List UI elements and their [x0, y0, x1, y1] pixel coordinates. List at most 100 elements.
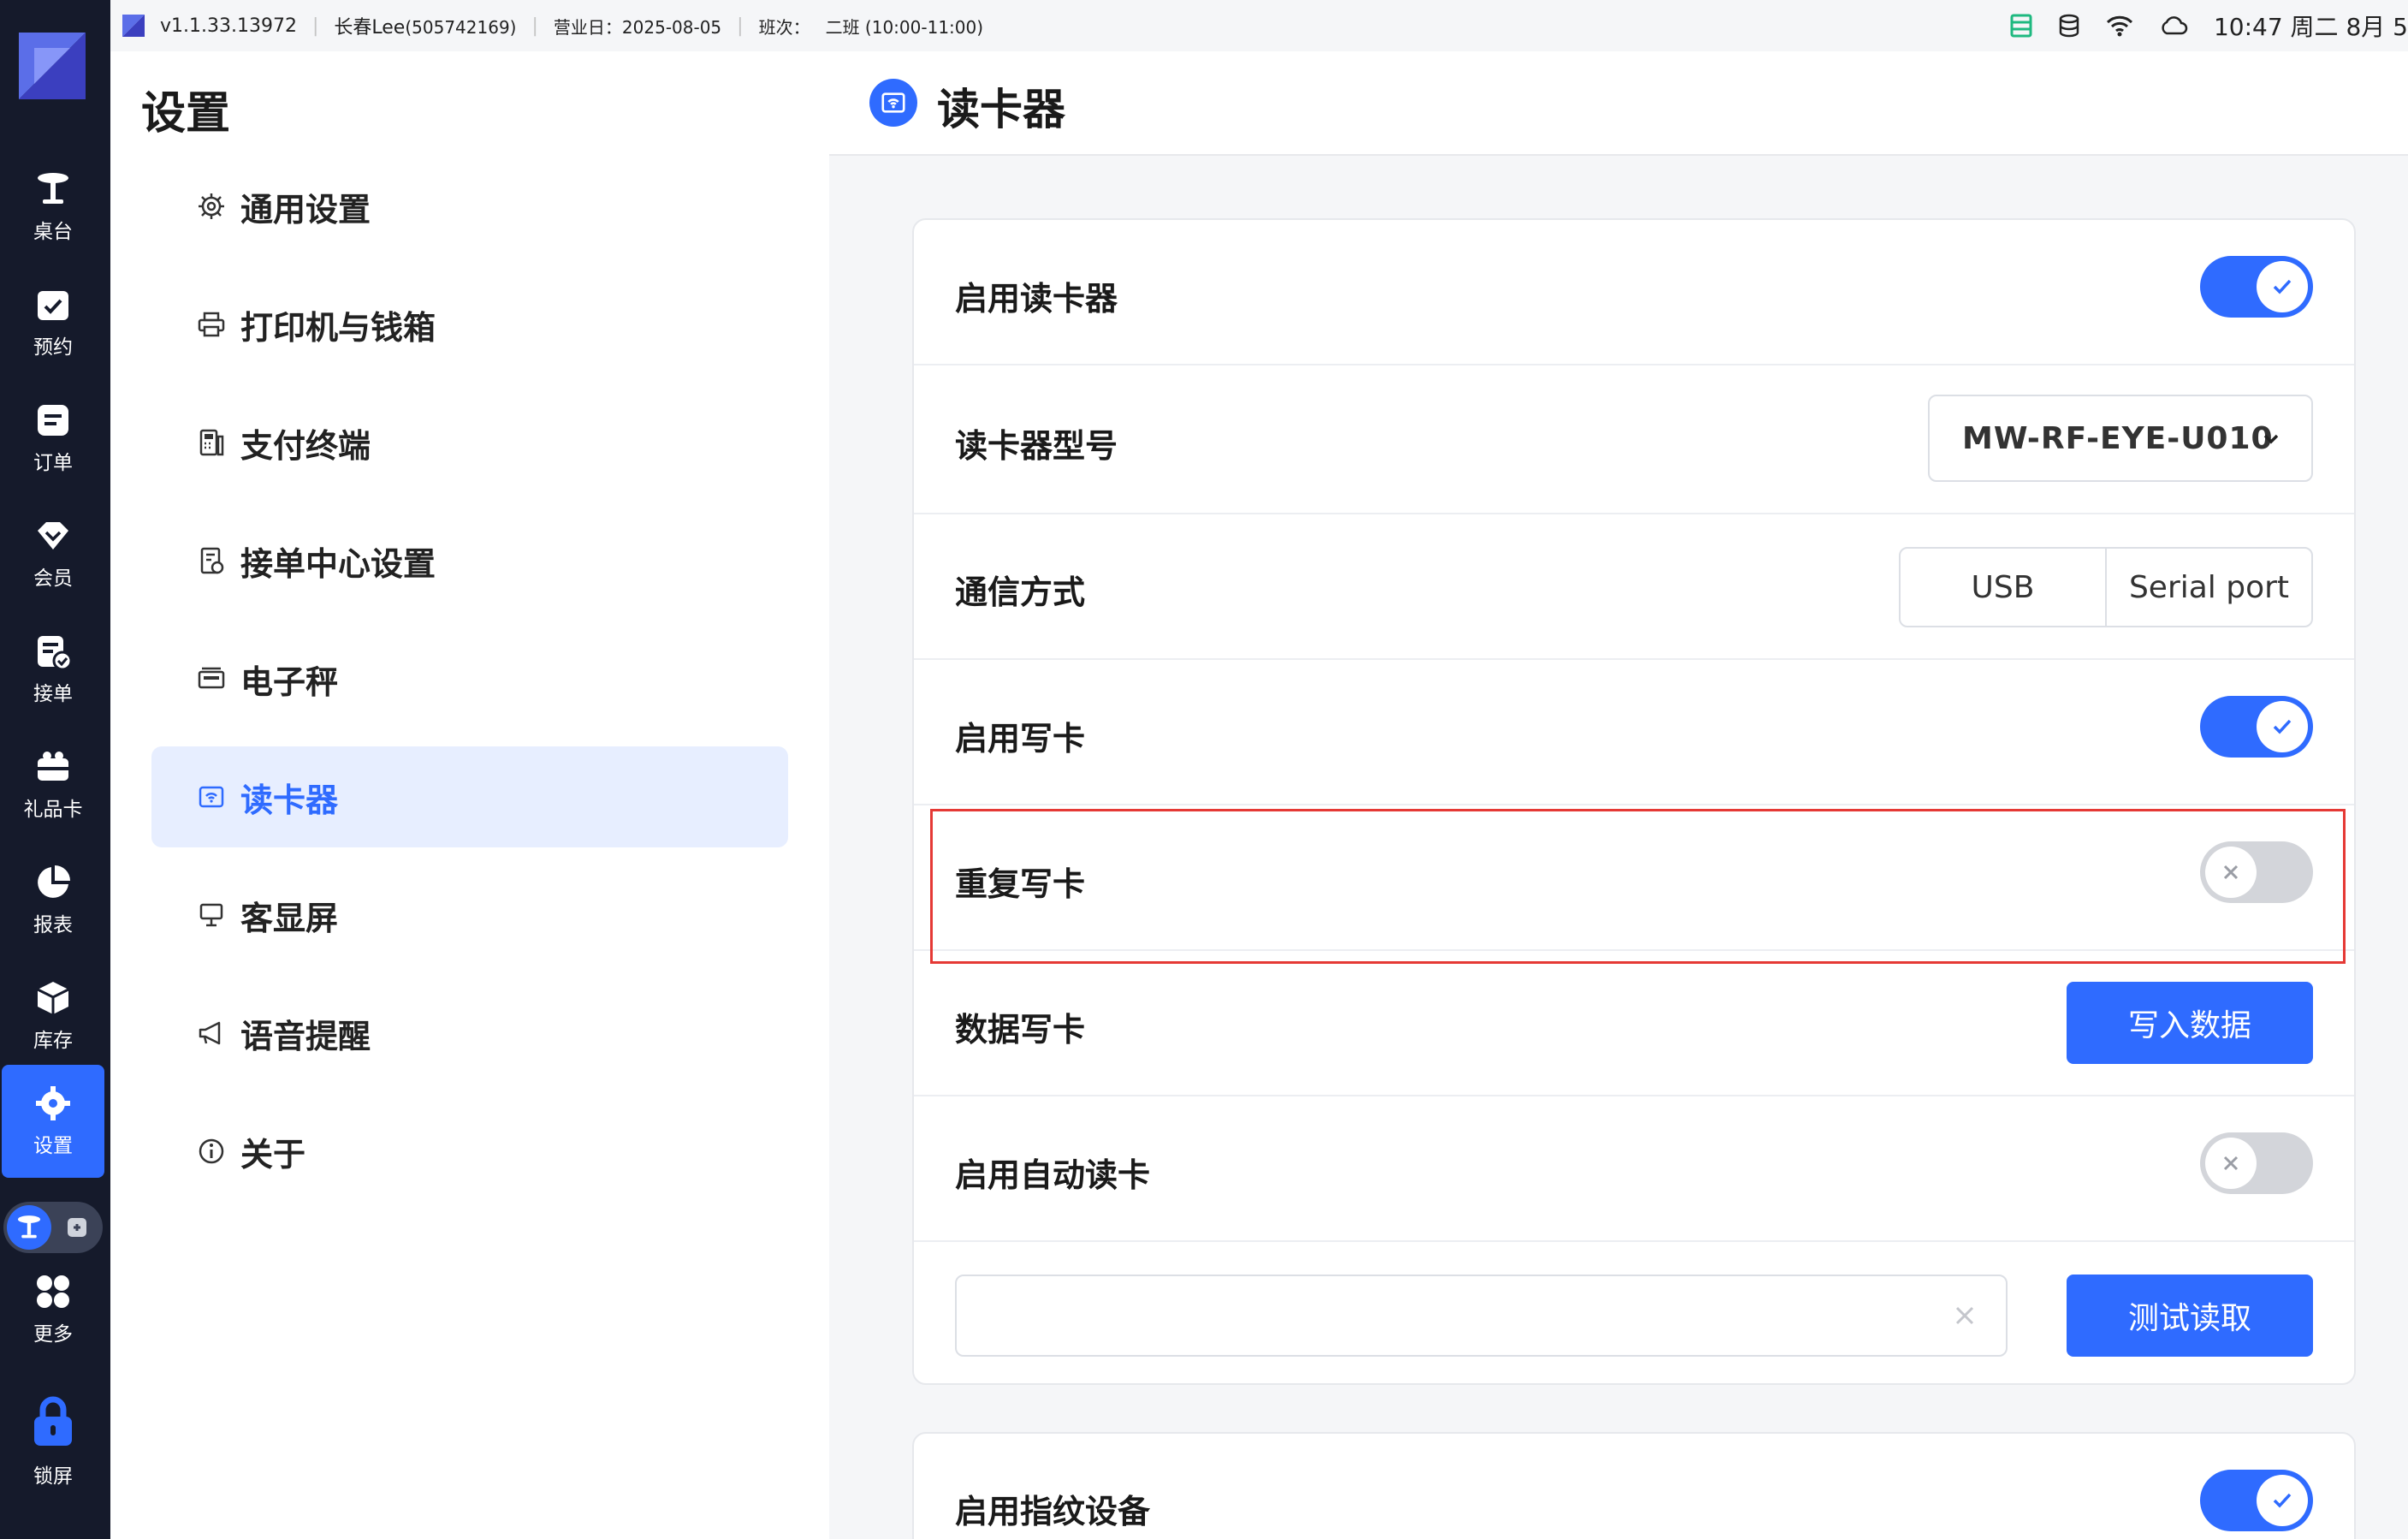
rail-item-lock[interactable]: 锁屏 — [0, 1378, 106, 1506]
rail-item-member[interactable]: 会员 — [0, 497, 106, 610]
test-read-input[interactable] — [955, 1275, 2008, 1357]
gear-icon — [34, 1084, 72, 1122]
clear-input-icon[interactable] — [1948, 1298, 1982, 1333]
nav-item-card-reader[interactable]: 读卡器 — [151, 746, 788, 847]
megaphone-icon — [194, 1016, 228, 1050]
printer-icon — [194, 307, 228, 342]
rail-item-reservation[interactable]: 预约 — [0, 266, 106, 379]
nav-item-label: 通用设置 — [240, 190, 371, 229]
page-title: 设置 — [141, 88, 231, 140]
row-reader-model: 读卡器型号 MW-RF-EYE-U010 — [914, 365, 2354, 514]
reservation-icon — [34, 286, 72, 324]
nav-item-label: 客显屏 — [240, 899, 339, 937]
nav-item-about[interactable]: 关于 — [151, 1101, 788, 1202]
card-reader-icon — [869, 79, 917, 127]
app-logo-icon — [19, 33, 86, 99]
app-mini-logo-icon — [122, 15, 145, 37]
card-reader-icon — [194, 780, 228, 814]
rail-item-inventory[interactable]: 库存 — [0, 960, 106, 1073]
nav-item-order-center[interactable]: 接单中心设置 — [151, 510, 788, 611]
nav-item-label: 语音提醒 — [240, 1017, 371, 1055]
reader-model-select[interactable]: MW-RF-EYE-U010 — [1928, 395, 2313, 482]
cloud-icon[interactable] — [2159, 15, 2188, 36]
row-data-write: 数据写卡 写入数据 — [914, 951, 2354, 1096]
database-icon[interactable] — [2058, 14, 2080, 38]
clock: 10:47 周二 8月 5 — [2213, 13, 2408, 41]
nav-item-label: 支付终端 — [240, 426, 371, 465]
row-label: 重复写卡 — [955, 865, 1086, 903]
rail-item-accept-order[interactable]: 接单 — [0, 613, 106, 726]
report-icon — [34, 864, 72, 901]
rail-item-label: 礼品卡 — [23, 799, 83, 821]
row-label: 启用自动读卡 — [955, 1156, 1151, 1194]
rail-item-label: 设置 — [33, 1135, 73, 1157]
row-label: 启用写卡 — [955, 720, 1086, 758]
rail-item-order[interactable]: 订单 — [0, 382, 106, 495]
row-label: 启用读卡器 — [955, 280, 1118, 318]
panel-title: 读卡器 — [937, 85, 1065, 134]
enable-reader-switch[interactable] — [2200, 256, 2313, 318]
row-label: 数据写卡 — [955, 1011, 1086, 1049]
nav-item-payment-terminal[interactable]: 支付终端 — [151, 392, 788, 493]
info-icon — [194, 1134, 228, 1168]
nav-item-label: 接单中心设置 — [240, 544, 436, 583]
check-icon — [2257, 701, 2308, 752]
row-comm-mode: 通信方式 USB Serial port — [914, 514, 2354, 660]
nav-item-printer[interactable]: 打印机与钱箱 — [151, 274, 788, 375]
settings-nav: 设置 通用设置 打印机与钱箱 支付终端 接单中心设置 电子秤 读卡器 客显屏 语… — [110, 51, 829, 1539]
business-day: 营业日：2025-08-05 — [553, 16, 722, 38]
rail-item-label: 订单 — [33, 452, 73, 474]
rail-item-settings[interactable]: 设置 — [2, 1065, 104, 1178]
row-label: 通信方式 — [955, 573, 1086, 611]
chevron-down-icon — [2263, 434, 2279, 444]
enable-write-switch[interactable] — [2200, 696, 2313, 758]
nav-item-label: 打印机与钱箱 — [240, 308, 436, 347]
rail-item-label: 锁屏 — [33, 1465, 73, 1488]
row-label: 读卡器型号 — [955, 427, 1118, 465]
write-data-button[interactable]: 写入数据 — [2067, 982, 2313, 1064]
auto-read-switch[interactable] — [2200, 1132, 2313, 1194]
rail-item-label: 更多 — [33, 1323, 73, 1346]
panel-header: 读卡器 — [829, 51, 2408, 156]
row-enable-fingerprint: 启用指纹设备 — [914, 1434, 2354, 1539]
repeat-write-switch[interactable] — [2200, 841, 2313, 903]
rail-item-report[interactable]: 报表 — [0, 844, 106, 957]
gift-card-icon — [34, 748, 72, 786]
lock-icon — [31, 1396, 75, 1447]
accept-order-icon — [34, 633, 72, 670]
rail-item-table[interactable]: 桌台 — [0, 151, 106, 264]
comm-mode-segmented: USB Serial port — [1899, 547, 2313, 627]
inventory-icon — [34, 979, 72, 1017]
current-user: 长春Lee(505742169) — [334, 17, 517, 39]
rail-item-gift-card[interactable]: 礼品卡 — [0, 728, 106, 841]
comm-mode-option-usb[interactable]: USB — [1901, 549, 2105, 626]
table-icon — [34, 170, 72, 208]
app-version: v1.1.33.13972 — [160, 15, 297, 37]
table-mode-icon — [7, 1205, 51, 1250]
nav-item-label: 关于 — [240, 1135, 306, 1174]
row-label: 启用指纹设备 — [955, 1493, 1151, 1530]
row-enable-reader: 启用读卡器 — [914, 220, 2354, 365]
quick-mode-icon — [63, 1214, 91, 1241]
nav-item-voice[interactable]: 语音提醒 — [151, 983, 788, 1084]
server-status-icon[interactable] — [2010, 14, 2032, 38]
nav-item-general[interactable]: 通用设置 — [151, 156, 788, 257]
nav-item-scale[interactable]: 电子秤 — [151, 628, 788, 729]
payment-terminal-icon — [194, 425, 228, 460]
comm-mode-option-serial[interactable]: Serial port — [2105, 549, 2311, 626]
gear-icon — [194, 189, 228, 223]
nav-item-customer-display[interactable]: 客显屏 — [151, 865, 788, 966]
row-test-read: 测试读取 — [914, 1242, 2354, 1385]
rail-item-label: 预约 — [33, 336, 73, 359]
scale-icon — [194, 662, 228, 696]
rail-item-label: 接单 — [33, 683, 73, 705]
left-rail: 桌台 预约 订单 会员 接单 礼品卡 报表 库存 设置 更多 锁屏 — [0, 0, 110, 1539]
wifi-icon[interactable] — [2106, 15, 2133, 37]
rail-item-label: 桌台 — [33, 221, 73, 243]
mode-toggle[interactable] — [3, 1202, 103, 1253]
row-auto-read: 启用自动读卡 — [914, 1096, 2354, 1242]
rail-item-more[interactable]: 更多 — [0, 1253, 106, 1366]
test-read-button[interactable]: 测试读取 — [2067, 1275, 2313, 1357]
order-center-icon — [194, 544, 228, 578]
enable-fingerprint-switch[interactable] — [2200, 1470, 2313, 1531]
